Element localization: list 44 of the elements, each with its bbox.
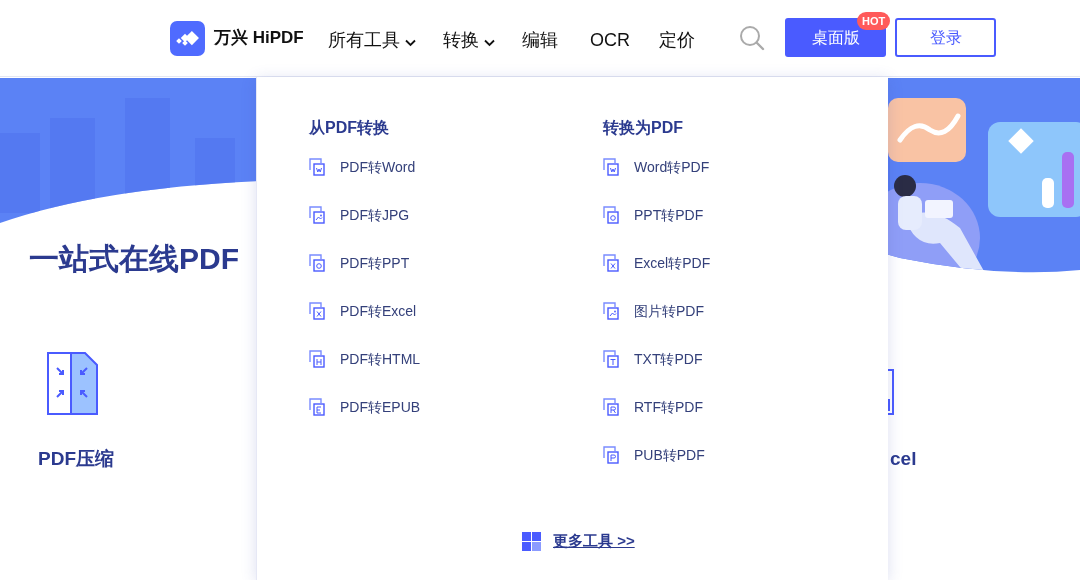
document-icon[interactable] [886, 369, 895, 415]
file-convert-icon [309, 205, 328, 225]
file-convert-icon [603, 445, 622, 465]
menu-item[interactable]: Excel转PDF [603, 253, 711, 273]
file-convert-icon [309, 157, 328, 177]
file-convert-icon [603, 349, 622, 369]
more-tools-link[interactable]: 更多工具 >> [553, 530, 635, 553]
menu-item[interactable]: PDF转JPG [309, 205, 603, 225]
file-convert-icon [309, 349, 328, 369]
file-convert-icon [603, 301, 622, 321]
menu-item[interactable]: PDF转Word [309, 157, 603, 177]
file-convert-icon [309, 301, 328, 321]
menu-item[interactable]: PDF转PPT [309, 253, 603, 273]
menu-item[interactable]: TXT转PDF [603, 349, 711, 369]
nav-link[interactable]: 编辑 [522, 27, 558, 54]
login-button[interactable]: 登录 [895, 18, 996, 57]
menu-item[interactable]: PDF转Excel [309, 301, 603, 321]
menu-item[interactable]: RTF转PDF [603, 397, 711, 417]
menu-item[interactable]: PDF转EPUB [309, 397, 603, 417]
logo-text[interactable]: 万兴 HiPDF [214, 25, 304, 51]
tool-label[interactable]: cel [890, 445, 917, 474]
menu-item[interactable]: Word转PDF [603, 157, 711, 177]
column-title: 转换为PDF [603, 118, 684, 138]
menu-item[interactable]: PUB转PDF [603, 445, 711, 465]
grid-icon [522, 531, 541, 551]
file-convert-icon [603, 253, 622, 273]
file-convert-icon [309, 397, 328, 417]
menu-item[interactable]: PDF转HTML [309, 349, 603, 369]
nav-link[interactable]: 定价 [659, 27, 695, 54]
page-heading: 一站式在线PDF [29, 241, 239, 277]
logo-icon[interactable] [170, 20, 205, 56]
menu-item[interactable]: PPT转PDF [603, 205, 711, 225]
hot-badge: HOT [857, 12, 891, 30]
compress-icon[interactable] [47, 352, 98, 415]
column-title: 从PDF转换 [309, 118, 390, 138]
nav-link[interactable]: OCR [590, 27, 630, 54]
file-convert-icon [603, 397, 622, 417]
menu-item[interactable]: 图片转PDF [603, 301, 711, 321]
nav-link[interactable]: 转换 [443, 27, 495, 54]
file-convert-icon [603, 205, 622, 225]
nav-link[interactable]: 所有工具 [328, 27, 416, 54]
file-convert-icon [603, 157, 622, 177]
file-convert-icon [309, 253, 328, 273]
tool-label[interactable]: PDF压缩 [38, 445, 114, 474]
